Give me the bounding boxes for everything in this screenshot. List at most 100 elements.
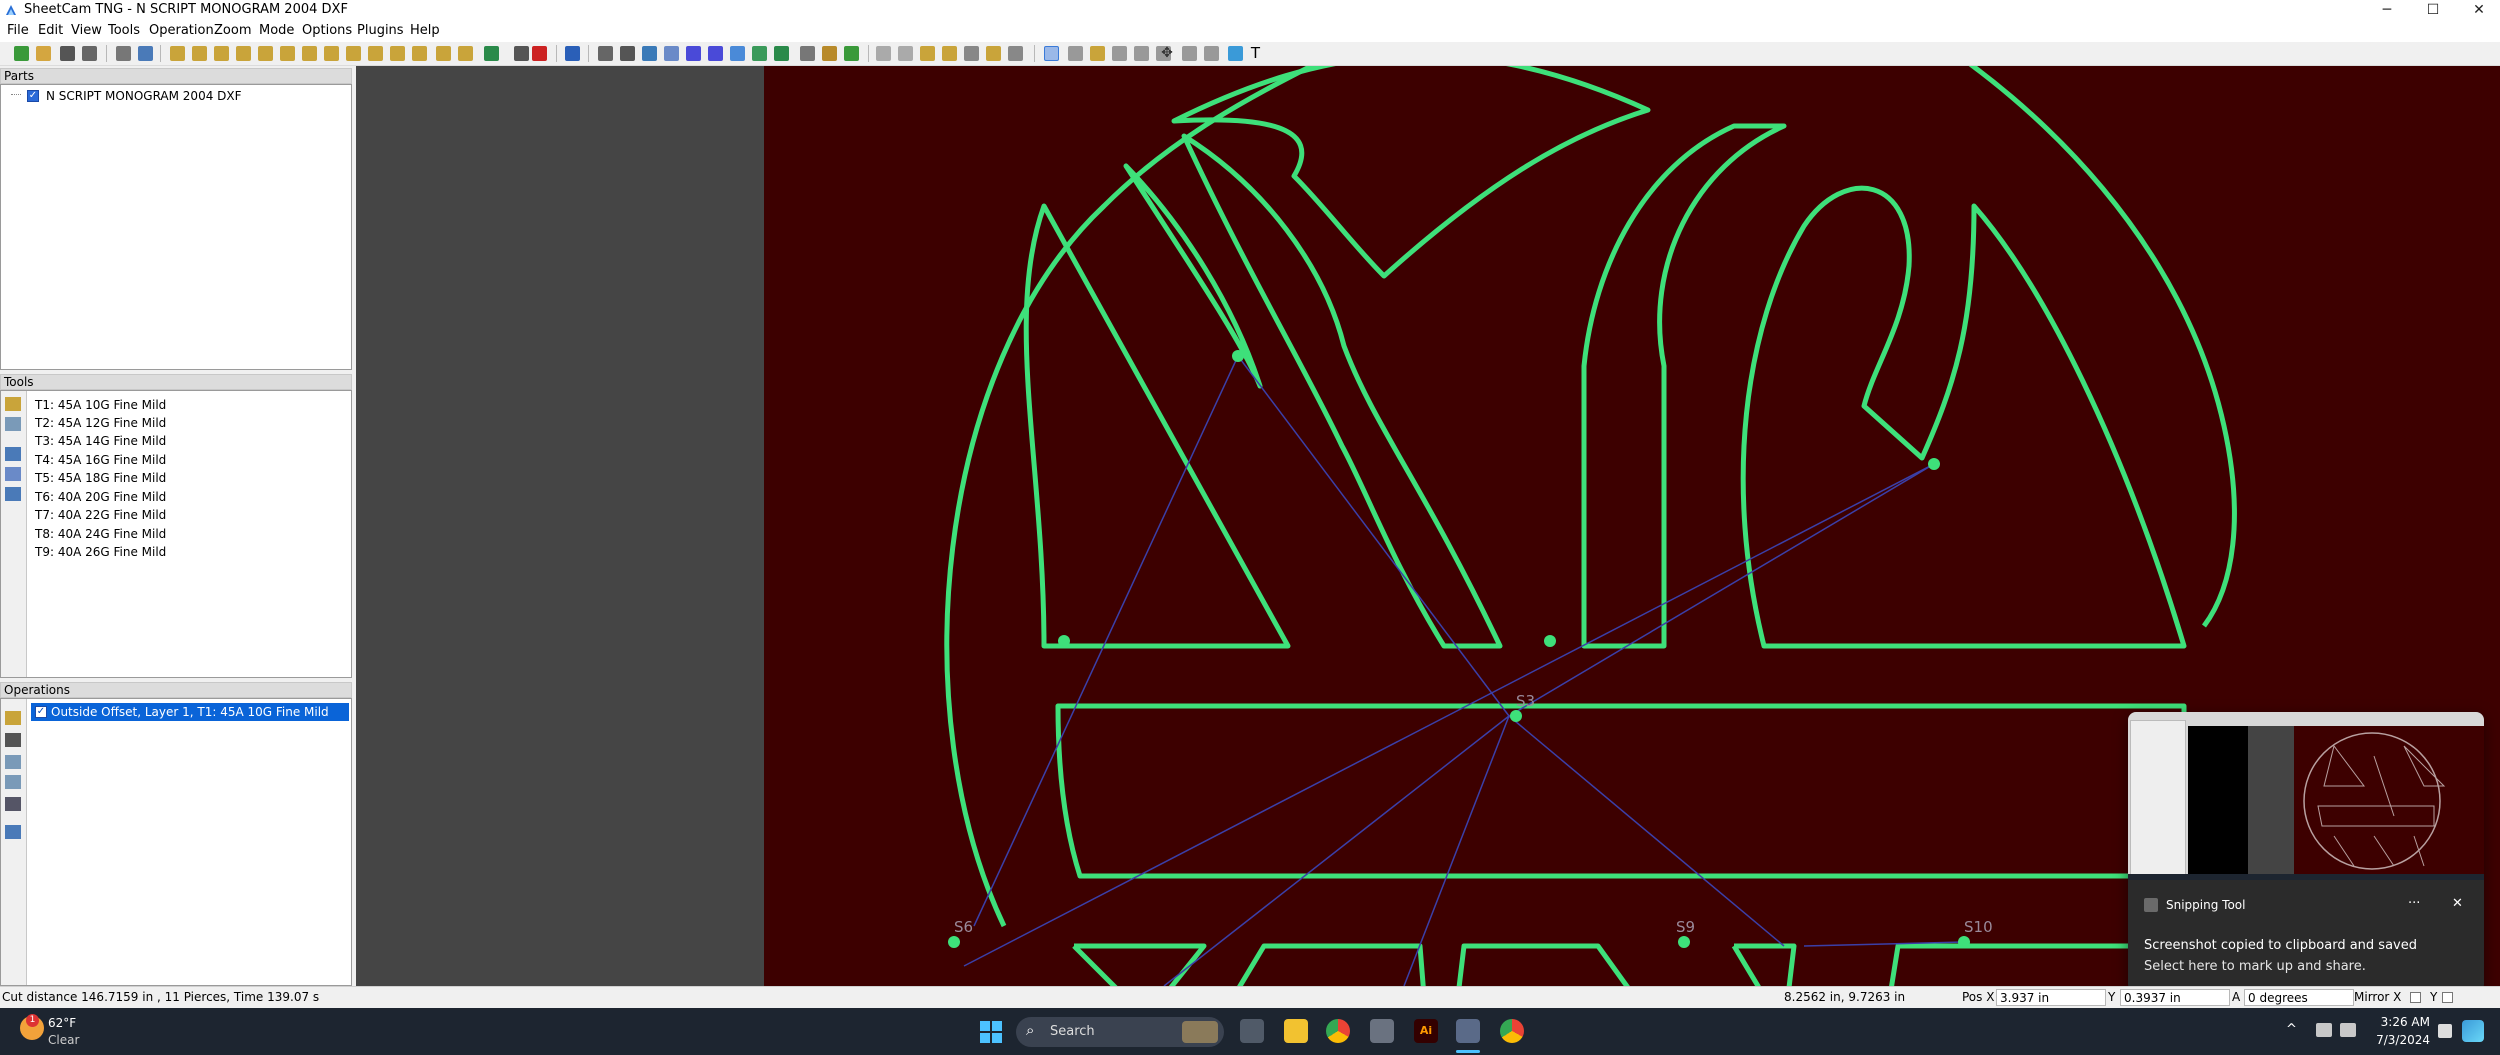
measure-icon[interactable] — [1182, 46, 1197, 61]
op-mark-icon[interactable] — [302, 46, 317, 61]
menu-help[interactable]: Help — [410, 23, 440, 38]
tool-library-icon[interactable] — [5, 467, 21, 481]
path-order-icon[interactable] — [708, 46, 723, 61]
lead-in-icon[interactable] — [774, 46, 789, 61]
chrome-profile-icon[interactable] — [1500, 1019, 1524, 1043]
op-outside-offset-icon[interactable] — [170, 46, 185, 61]
op-path-icon[interactable] — [436, 46, 451, 61]
sheet-icon[interactable] — [642, 46, 657, 61]
open-job-icon[interactable] — [36, 46, 51, 61]
toast-close-button[interactable]: ✕ — [2452, 896, 2463, 911]
tab-tool-icon[interactable] — [800, 46, 815, 61]
tool-list-icon[interactable] — [5, 487, 21, 501]
network-icon[interactable] — [2316, 1023, 2332, 1037]
screenshot-thumbnail[interactable] — [2128, 712, 2484, 880]
new-operation-icon[interactable] — [5, 711, 21, 725]
volume-icon[interactable] — [2340, 1023, 2356, 1037]
op-pocket-icon[interactable] — [236, 46, 251, 61]
menu-file[interactable]: File — [7, 23, 29, 38]
s-marker-icon[interactable] — [822, 46, 837, 61]
menu-options[interactable]: Options — [302, 23, 352, 38]
op-engrave-icon[interactable] — [280, 46, 295, 61]
save-job-icon[interactable] — [60, 46, 75, 61]
maximize-button[interactable]: ☐ — [2410, 0, 2456, 20]
tool-row[interactable]: T6: 40A 20G Fine Mild — [35, 490, 166, 504]
text-tool-icon[interactable]: T — [1248, 46, 1263, 61]
op-run-icon[interactable] — [514, 46, 529, 61]
frame-icon[interactable] — [1204, 46, 1219, 61]
print-icon[interactable] — [82, 46, 97, 61]
start-point-icon[interactable] — [730, 46, 745, 61]
operation-checkbox[interactable]: ✓ — [35, 706, 47, 718]
menu-view[interactable]: View — [71, 23, 102, 38]
operation-table-icon[interactable] — [5, 825, 21, 839]
zoom-parts-icon[interactable] — [942, 46, 957, 61]
file-explorer-icon[interactable] — [1284, 1019, 1308, 1043]
op-drill-icon[interactable] — [258, 46, 273, 61]
calculator-app-icon[interactable] — [1370, 1019, 1394, 1043]
new-tool-icon[interactable] — [5, 397, 21, 411]
op-scan-icon[interactable] — [458, 46, 473, 61]
tool-row[interactable]: T4: 45A 16G Fine Mild — [35, 453, 166, 467]
menu-mode[interactable]: Mode — [259, 23, 294, 38]
chrome-icon[interactable] — [1326, 1019, 1350, 1043]
notification-bell-icon[interactable] — [2438, 1024, 2452, 1038]
code-snippet-icon[interactable] — [844, 46, 859, 61]
nest-icon[interactable] — [664, 46, 679, 61]
menu-zoom[interactable]: Zoom — [214, 23, 251, 38]
operation-tool-icon[interactable] — [5, 733, 21, 747]
operation-wrench-icon[interactable] — [5, 797, 21, 811]
minimize-button[interactable]: ─ — [2364, 0, 2410, 20]
operation-copy-icon[interactable] — [5, 775, 21, 789]
menu-operation[interactable]: Operation — [149, 23, 214, 38]
op-inside-offset-icon[interactable] — [192, 46, 207, 61]
layers-icon[interactable] — [620, 46, 635, 61]
zoom-window-icon[interactable] — [920, 46, 935, 61]
sheetcam-taskbar-icon[interactable] — [1456, 1019, 1480, 1043]
close-button[interactable]: ✕ — [2456, 0, 2500, 20]
undo-icon[interactable] — [565, 46, 580, 61]
delete-operation-icon[interactable] — [532, 46, 547, 61]
tray-overflow-icon[interactable]: ^ — [2286, 1022, 2297, 1037]
part-item-label[interactable]: N SCRIPT MONOGRAM 2004 DXF — [46, 89, 242, 103]
mirror-x-checkbox[interactable] — [2410, 992, 2421, 1003]
tool-row[interactable]: T5: 45A 18G Fine Mild — [35, 471, 166, 485]
menu-plugins[interactable]: Plugins — [357, 23, 404, 38]
op-script-icon[interactable] — [484, 46, 499, 61]
toast-more-button[interactable]: ··· — [2408, 896, 2420, 911]
zoom-extents-icon[interactable] — [964, 46, 979, 61]
move-icon[interactable] — [1068, 46, 1083, 61]
tool-row[interactable]: T3: 45A 14G Fine Mild — [35, 434, 166, 448]
path-rapid-icon[interactable] — [686, 46, 701, 61]
edit-path-icon[interactable] — [752, 46, 767, 61]
operation-label[interactable]: Outside Offset, Layer 1, T1: 45A 10G Fin… — [51, 705, 329, 719]
tool-row[interactable]: T7: 40A 22G Fine Mild — [35, 508, 166, 522]
task-view-icon[interactable] — [1240, 1019, 1264, 1043]
op-vcarve-icon[interactable] — [324, 46, 339, 61]
menu-edit[interactable]: Edit — [38, 23, 63, 38]
operation-edit-icon[interactable] — [5, 755, 21, 769]
rotate-part-icon[interactable] — [1090, 46, 1105, 61]
mirror-y-checkbox[interactable] — [2442, 992, 2453, 1003]
plugin-icon[interactable] — [1228, 46, 1243, 61]
zoom-out-icon[interactable] — [898, 46, 913, 61]
tool-row[interactable]: T9: 40A 26G Fine Mild — [35, 545, 166, 559]
weather-temp[interactable]: 62°F — [48, 1016, 76, 1030]
scale-icon[interactable] — [1134, 46, 1149, 61]
op-hole-icon[interactable] — [368, 46, 383, 61]
op-contour-icon[interactable] — [390, 46, 405, 61]
rotate-view-icon[interactable] — [598, 46, 613, 61]
illustrator-icon[interactable]: Ai — [1414, 1019, 1438, 1043]
tool-row[interactable]: T8: 40A 24G Fine Mild — [35, 527, 166, 541]
edit-tool-icon[interactable] — [5, 417, 21, 431]
zoom-in-icon[interactable] — [876, 46, 891, 61]
origin-crosshair-icon[interactable]: ✥ — [1158, 46, 1176, 61]
angle-field[interactable]: 0 degrees — [2244, 989, 2354, 1006]
select-arrow-icon[interactable] — [1044, 46, 1059, 61]
op-on-line-icon[interactable] — [214, 46, 229, 61]
zoom-table-icon[interactable] — [1008, 46, 1023, 61]
canvas-offsheet-area[interactable] — [356, 66, 764, 986]
tool-row[interactable]: T2: 45A 12G Fine Mild — [35, 416, 166, 430]
tool-table-icon[interactable] — [5, 447, 21, 461]
snipping-tool-notification[interactable]: Snipping Tool ··· ✕ Screenshot copied to… — [2128, 712, 2484, 992]
